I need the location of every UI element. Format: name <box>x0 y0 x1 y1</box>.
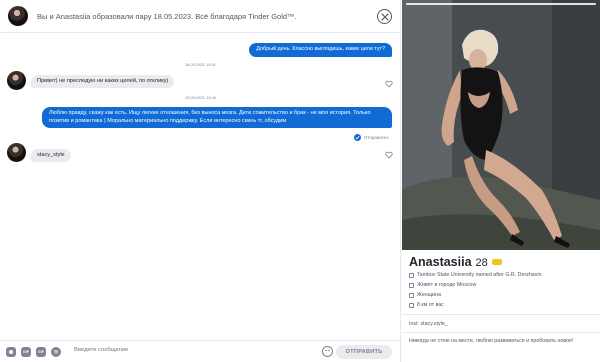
profile-university: Tambov State University named after G.R.… <box>409 272 542 278</box>
distance-text: 8 км от вас <box>417 302 444 308</box>
profile-divider <box>402 332 600 333</box>
profile-bio: Никогда не стою на месте, люблю развиват… <box>409 338 574 344</box>
person-icon <box>409 292 414 298</box>
match-avatar-small[interactable] <box>7 143 26 162</box>
like-heart-icon[interactable] <box>385 151 393 159</box>
profile-instagram: Inst: stacy.style_ <box>409 321 448 327</box>
message-status: Отправлено <box>354 134 389 141</box>
profile-photo-image <box>402 0 600 250</box>
message-composer: GIF GIF ОТПРАВИТЬ <box>0 340 401 362</box>
profile-distance: 8 км от вас <box>409 302 444 308</box>
profile-gender: Женщина <box>409 292 441 298</box>
message-timestamp: 29.05.2023, 13:45 <box>185 96 216 100</box>
profile-age: 28 <box>475 257 488 269</box>
profile-panel: Anastasiia 28 Tambov State University na… <box>402 0 600 362</box>
chat-panel: Вы и Anastasiia образовали пару 18.05.20… <box>0 0 401 362</box>
send-button[interactable]: ОТПРАВИТЬ <box>336 345 392 359</box>
sent-message[interactable]: Люблю правду, скажу как есть. Ищу легкие… <box>42 107 392 129</box>
received-message[interactable]: stacy_style <box>31 149 71 162</box>
gif-button[interactable]: GIF <box>21 346 31 357</box>
university-text: Tambov State University named after G.R.… <box>417 272 542 278</box>
message-list: 18.05.2023, 19:51 Добрый день. Классно в… <box>0 33 401 340</box>
gender-text: Женщина <box>417 292 441 298</box>
sent-message[interactable]: Добрый день. Классно выглядишь, какие це… <box>249 43 392 57</box>
message-input[interactable] <box>74 347 234 353</box>
location-pin-icon <box>409 302 414 308</box>
emoji-icon[interactable] <box>322 346 333 357</box>
like-heart-icon[interactable] <box>385 80 393 88</box>
profile-name: Anastasiia <box>409 255 472 269</box>
profile-name-row: Anastasiia 28 <box>409 255 502 269</box>
photo-progress-bar <box>406 3 596 5</box>
sticker-icon[interactable] <box>6 346 16 357</box>
profile-photo[interactable] <box>402 0 600 250</box>
message-timestamp: 18.05.2023, 19:51 <box>185 63 216 67</box>
match-avatar[interactable] <box>8 6 28 26</box>
sent-check-icon <box>354 134 361 141</box>
match-avatar-small[interactable] <box>7 71 26 90</box>
close-icon <box>380 12 389 21</box>
profile-divider <box>402 314 600 315</box>
close-chat-button[interactable] <box>377 9 392 24</box>
gif-alt-button[interactable]: GIF <box>36 346 46 357</box>
sent-status-label: Отправлено <box>364 135 389 140</box>
spotify-icon[interactable] <box>51 346 61 357</box>
received-message[interactable]: Привет) не преследую ни каких целей, по … <box>31 75 175 88</box>
gold-badge-icon <box>491 259 502 265</box>
school-icon <box>409 272 414 278</box>
city-text: Живёт в городе Moscow <box>417 282 477 288</box>
match-info-text: Вы и Anastasiia образовали пару 18.05.20… <box>37 11 297 21</box>
home-icon <box>409 282 414 288</box>
chat-header: Вы и Anastasiia образовали пару 18.05.20… <box>0 0 401 33</box>
profile-city: Живёт в городе Moscow <box>409 282 476 288</box>
